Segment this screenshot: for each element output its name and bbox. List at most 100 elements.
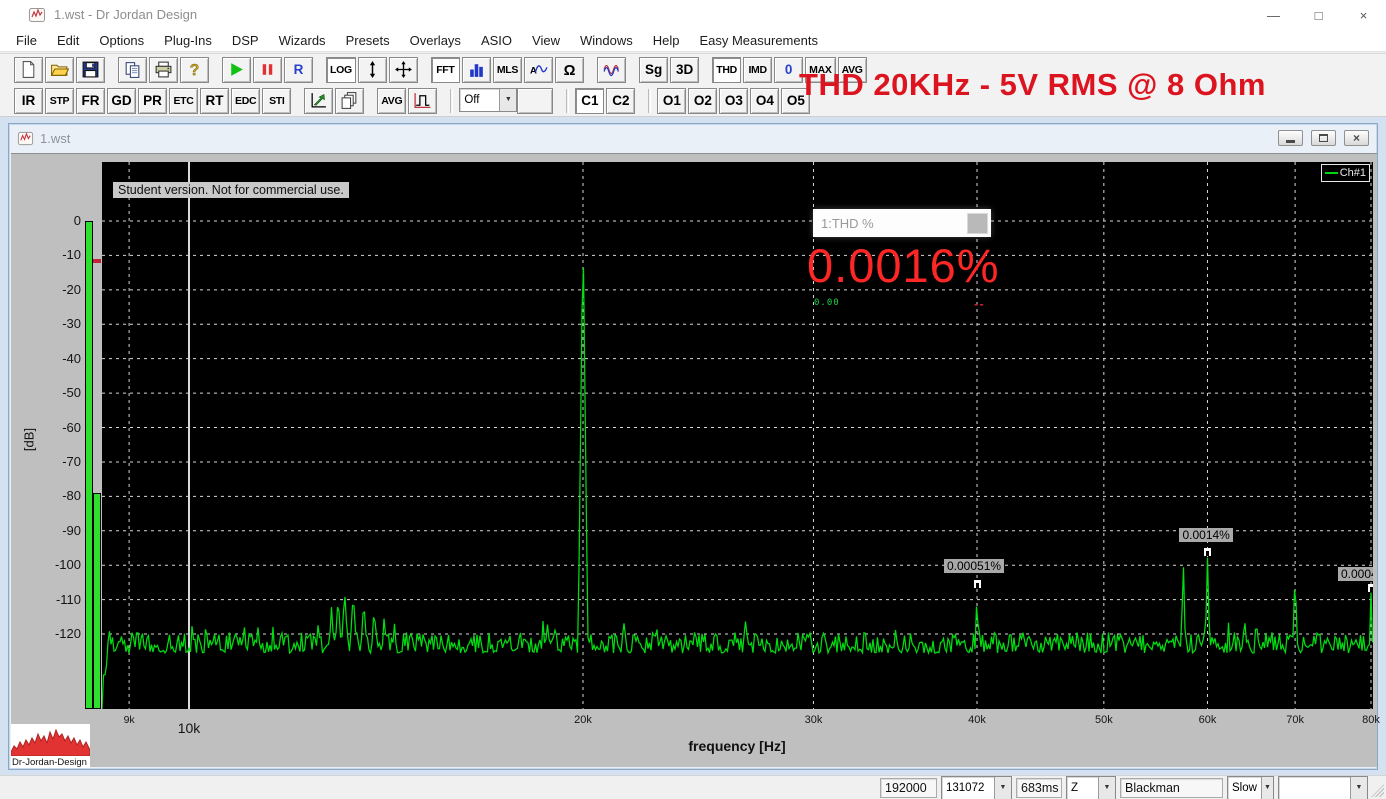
sti-button[interactable]: STI [262, 87, 292, 114]
child-titlebar[interactable]: 1.wst × [9, 124, 1377, 153]
rt-button[interactable]: RT [200, 87, 229, 114]
move-arrows-button[interactable] [388, 56, 418, 83]
menu-file[interactable]: File [6, 30, 47, 52]
smoothing-dropdown[interactable]: Off ▼ [459, 87, 518, 112]
o3-button[interactable]: O3 [719, 87, 749, 114]
fft-button[interactable]: FFT [430, 56, 460, 83]
toolbar-group-analysis: FFT MLS A Ω [430, 56, 586, 83]
measurement-banner: THD 20KHz - 5V RMS @ 8 Ohm [799, 67, 1266, 102]
toolbar-group-averaging: AVG [377, 87, 439, 114]
new-document-button[interactable] [14, 56, 43, 83]
menu-plug-ins[interactable]: Plug-Ins [154, 30, 222, 52]
new-document-icon [19, 60, 38, 79]
mls-button[interactable]: MLS [492, 56, 523, 83]
r-button[interactable]: R [284, 56, 313, 83]
menu-asio[interactable]: ASIO [471, 30, 522, 52]
help-button[interactable]: ? [180, 56, 209, 83]
open-folder-button[interactable] [45, 56, 74, 83]
menu-wizards[interactable]: Wizards [269, 30, 336, 52]
menu-options[interactable]: Options [89, 30, 154, 52]
copy-button[interactable] [118, 56, 147, 83]
child-restore-button[interactable] [1311, 130, 1336, 146]
sine-response-button[interactable]: A [524, 56, 554, 83]
toolbar-group-smoothing: Off ▼ [459, 87, 555, 114]
resize-grip[interactable] [1371, 784, 1384, 797]
omega-button[interactable]: Ω [555, 56, 585, 83]
play-button[interactable] [222, 56, 251, 83]
edc-button[interactable]: EDC [231, 87, 261, 114]
status-speed-dropdown-value: Slow [1232, 781, 1257, 794]
minimize-button[interactable]: — [1251, 0, 1296, 30]
print-button[interactable] [149, 56, 178, 83]
level-meter-bar [85, 221, 93, 709]
menu-dsp[interactable]: DSP [222, 30, 269, 52]
status-extra-dropdown[interactable]: ▼ [1278, 775, 1368, 799]
status-speed-dropdown[interactable]: Slow ▼ [1227, 775, 1274, 799]
thd-button[interactable]: THD [712, 56, 742, 83]
status-time: 683ms [1016, 777, 1062, 798]
fr-button[interactable]: FR [76, 87, 105, 114]
pause-button[interactable] [253, 56, 282, 83]
menu-edit[interactable]: Edit [47, 30, 89, 52]
toolbar-group-generator [597, 56, 628, 83]
avg-button[interactable]: AVG [377, 87, 407, 114]
o1-button[interactable]: O1 [657, 87, 687, 114]
gd-button[interactable]: GD [107, 87, 136, 114]
sg-button[interactable]: Sg [639, 56, 669, 83]
button-label: AVG [381, 94, 403, 107]
imd-button[interactable]: IMD [743, 56, 773, 83]
status-weighting-dropdown[interactable]: Z ▼ [1066, 775, 1116, 799]
pr-button[interactable]: PR [138, 87, 167, 114]
menu-view[interactable]: View [522, 30, 570, 52]
thd-readout-titlebar[interactable]: 1:THD % [813, 209, 991, 237]
3d-button[interactable]: 3D [670, 56, 700, 83]
c2-button[interactable]: C2 [606, 87, 636, 114]
bar-chart-button[interactable] [461, 56, 491, 83]
log-button[interactable]: LOG [326, 56, 356, 83]
stp-button[interactable]: STP [45, 87, 74, 114]
o4-button[interactable]: O4 [750, 87, 780, 114]
chevron-down-icon[interactable]: ▼ [1260, 776, 1273, 799]
close-button[interactable]: × [1341, 0, 1386, 30]
spectrum-plot[interactable]: Student version. Not for commercial use.… [102, 162, 1373, 709]
c1-button[interactable]: C1 [575, 87, 605, 114]
peak-annotation-label: 0.00051% [944, 559, 1005, 574]
graph-export-button[interactable] [304, 87, 334, 114]
chevron-down-icon[interactable]: ▼ [1098, 776, 1115, 799]
chevron-down-icon[interactable]: ▼ [994, 776, 1011, 799]
wave-button[interactable] [597, 56, 627, 83]
legend: Ch#1 [1321, 164, 1370, 182]
maximize-button[interactable]: □ [1296, 0, 1341, 30]
status-weighting-dropdown-value: Z [1071, 781, 1079, 794]
etc-button[interactable]: ETC [169, 87, 198, 114]
y-tick-label: -110 [55, 591, 81, 607]
dr-jordan-design-logo: Dr-Jordan-Design [11, 724, 90, 768]
menu-easy-measurements[interactable]: Easy Measurements [689, 30, 828, 52]
button-label: FR [81, 93, 100, 108]
child-close-button[interactable]: × [1344, 130, 1369, 146]
menu-help[interactable]: Help [643, 30, 690, 52]
menu-presets[interactable]: Presets [336, 30, 400, 52]
menu-bar: File Edit Options Plug-Ins DSP Wizards Presets… [0, 30, 1386, 52]
blank-button[interactable] [517, 87, 554, 114]
logo-text: Dr-Jordan-Design [12, 757, 87, 768]
thd-readout-menu-button[interactable] [967, 212, 988, 234]
chevron-down-icon[interactable]: ▼ [1350, 776, 1367, 799]
menu-windows[interactable]: Windows [570, 30, 643, 52]
legend-line-ch1 [1325, 172, 1338, 174]
vertical-arrows-button[interactable] [357, 56, 387, 83]
save-button[interactable] [76, 56, 105, 83]
x-tick-label: 80k [1362, 714, 1380, 726]
menu-overlays[interactable]: Overlays [400, 30, 471, 52]
peak-annotation-label: 0.0004 [1338, 566, 1373, 581]
button-label: IR [21, 93, 36, 108]
child-minimize-button[interactable] [1278, 130, 1303, 146]
o2-button[interactable]: O2 [688, 87, 718, 114]
chevron-down-icon[interactable]: ▼ [499, 88, 517, 111]
y-tick-label: -70 [62, 453, 81, 469]
ir-button[interactable]: IR [14, 87, 43, 114]
pages-button[interactable] [335, 87, 365, 114]
gate-button[interactable] [408, 87, 438, 114]
svg-text:?: ? [190, 62, 200, 79]
status-fft-size-dropdown[interactable]: 131072 ▼ [941, 775, 1012, 799]
